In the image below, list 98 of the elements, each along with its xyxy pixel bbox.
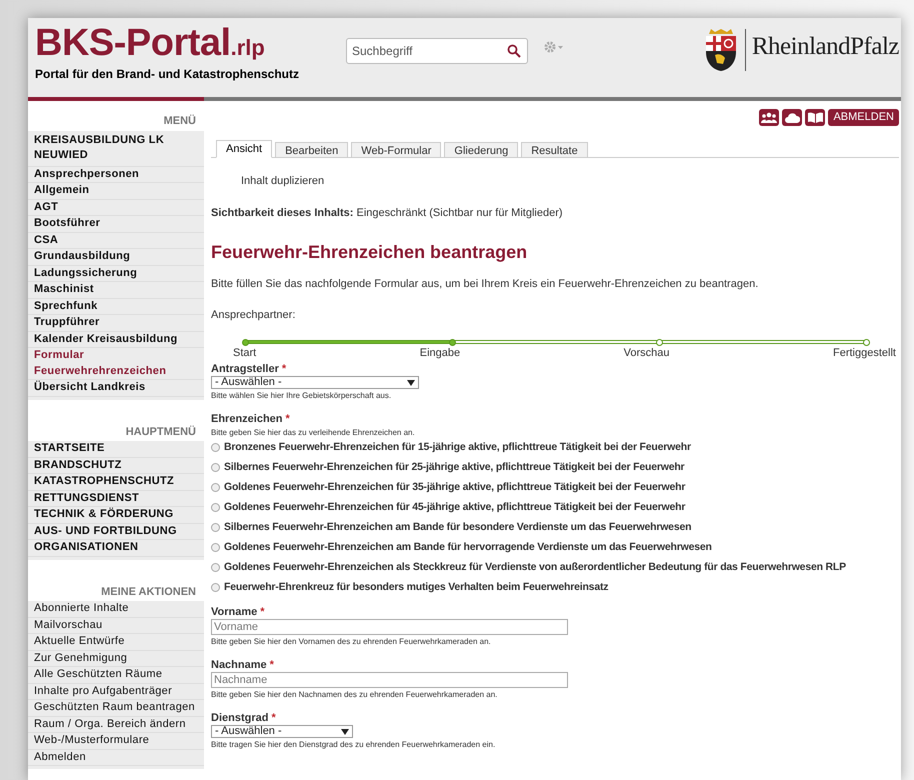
required-mark: * [270, 659, 274, 672]
radio-button[interactable] [211, 583, 220, 592]
field-label: Vorname [211, 606, 258, 619]
radio-option[interactable]: Goldenes Feuerwehr-Ehrenzeichen als Steckkreuz für Verdienste von außerordentlicher Bedeutung für das Feuerwehrwesen RLP [211, 561, 846, 574]
menu-item[interactable]: Web-/Musterformulare [28, 733, 204, 750]
menu-item[interactable]: Abonnierte Inhalte [28, 601, 204, 618]
step-label: Vorschau [624, 347, 670, 360]
radio-option[interactable]: Silbernes Feuerwehr-Ehrenzeichen am Bande für besondere Verdienste um das Feuerwehrwesen [211, 521, 846, 534]
menu-item[interactable]: Raum / Orga. Bereich ändern [28, 716, 204, 733]
input-field[interactable]: Nachname [211, 672, 568, 688]
dropdown[interactable]: - Auswählen - [211, 376, 419, 389]
menu-item[interactable]: Mailvorschau [28, 618, 204, 634]
menu-item[interactable]: Bootsführer [28, 216, 204, 232]
menu-item[interactable]: Übersicht Landkreis [28, 380, 204, 396]
contact-label: Ansprechpartner: [211, 308, 296, 322]
dropdown[interactable]: - Auswählen - [211, 725, 353, 738]
menu-item[interactable]: Ladungssicherung [28, 266, 204, 282]
menu-item[interactable]: Ansprechpersonen [28, 166, 204, 183]
radio-button[interactable] [211, 543, 220, 552]
tab[interactable]: Ansicht [216, 140, 272, 158]
portal-logo[interactable]: BKS-Portal.rlp [35, 24, 338, 62]
tab[interactable]: Web-Formular [351, 142, 442, 158]
required-mark: * [271, 712, 276, 725]
caret-icon [407, 380, 415, 386]
menu-item[interactable]: Formular Feuerwehrehrenzeichen [28, 348, 204, 380]
menu-item[interactable]: Allgemein [28, 183, 204, 200]
radio-option[interactable]: Silbernes Feuerwehr-Ehrenzeichen für 25-jährige aktive, pflichttreue Tätigkeit bei der Feuerwehr [211, 461, 846, 474]
menu-item[interactable]: Kalender Kreisausbildung [28, 332, 204, 348]
menu-item[interactable]: Aktuelle Entwürfe [28, 634, 204, 650]
field-label: Antragsteller [211, 363, 279, 376]
caret-icon [341, 728, 349, 734]
help-text: Bitte tragen Sie hier den Dienstgrad des zu ehrenden Feuerwehrkameraden ein. [211, 740, 496, 750]
help-text: Bitte wählen Sie hier Ihre Gebietskörperschaft aus. [211, 391, 392, 401]
menu-item[interactable]: STARTSEITE [28, 441, 204, 458]
page-title: Feuerwehr-Ehrenzeichen beantragen [211, 241, 528, 263]
tab[interactable]: Resultate [521, 142, 588, 158]
menu-item[interactable]: Alle Geschützten Räume [28, 667, 204, 684]
field-label: Ehrenzeichen [211, 413, 283, 426]
menu-heading: MENÜ [164, 114, 197, 129]
required-mark: * [260, 606, 265, 619]
duplicate-link[interactable]: Inhalt duplizieren [241, 173, 324, 190]
menu-item[interactable]: BRANDSCHUTZ [28, 458, 204, 474]
menu-item[interactable]: Inhalte pro Aufgabenträger [28, 684, 204, 700]
logout-button[interactable]: ABMELDEN [828, 109, 899, 126]
radio-option[interactable]: Goldenes Feuerwehr-Ehrenzeichen für 45-jährige aktive, pflichttreue Tätigkeit bei der Feuerwehr [211, 501, 846, 514]
menu-item[interactable]: AUS- UND FORTBILDUNG [28, 524, 204, 540]
radio-option[interactable]: Feuerwehr-Ehrenkreuz für besonders mutiges Verhalten beim Feuerwehreinsatz [211, 581, 846, 594]
book-icon [808, 112, 823, 123]
menu-item[interactable]: CSA [28, 232, 204, 249]
menu-item[interactable]: AGT [28, 200, 204, 216]
menu-heading: MEINE AKTIONEN [101, 584, 197, 600]
step-label: Start [233, 347, 256, 360]
search-field[interactable]: Suchbegriff [346, 38, 528, 64]
radio-button[interactable] [211, 463, 220, 472]
visibility-text: Sichtbarkeit dieses Inhalts: Eingeschränkt (Sichtbar nur für Mitglieder) [211, 206, 563, 220]
tab[interactable]: Gliederung [444, 142, 518, 158]
settings-icon[interactable] [544, 41, 564, 53]
people-icon [761, 112, 778, 123]
group-button[interactable] [759, 109, 780, 126]
intro-text: Bitte füllen Sie das nachfolgende Formular aus, um bei Ihrem Kreis ein Feuerwehr-Ehrenzeichen zu beantragen. [211, 277, 758, 292]
book-button[interactable] [805, 109, 826, 126]
radio-button[interactable] [211, 563, 220, 572]
state-logo: RheinlandPfalz [752, 32, 899, 62]
menu-item[interactable]: Sprechfunk [28, 298, 204, 315]
menu-item[interactable]: Geschützten Raum beantragen [28, 700, 204, 716]
menu-item[interactable]: RETTUNGSDIENST [28, 490, 204, 507]
field-label: Dienstgrad [211, 712, 268, 725]
radio-button[interactable] [211, 503, 220, 512]
help-text: Bitte geben Sie hier den Nachnamen des zu ehrenden Feuerwehrkameraden an. [211, 690, 498, 700]
field-label: Nachname [211, 659, 267, 672]
required-mark: * [282, 363, 286, 376]
menu-item[interactable]: ORGANISATIONEN [28, 540, 204, 556]
tab[interactable]: Bearbeiten [275, 142, 348, 158]
input-field[interactable]: Vorname [211, 619, 568, 635]
menu-heading: HAUPTMENÜ [126, 424, 197, 440]
radio-option[interactable]: Goldenes Feuerwehr-Ehrenzeichen am Bande für hervorragende Verdienste um das Feuerwehrwesen [211, 541, 846, 554]
radio-option[interactable]: Goldenes Feuerwehr-Ehrenzeichen für 35-jährige aktive, pflichttreue Tätigkeit bei der Feuerwehr [211, 481, 846, 494]
menu-item[interactable]: Zur Genehmigung [28, 650, 204, 667]
step-label: Fertiggestellt [832, 347, 896, 360]
cloud-icon [784, 112, 800, 122]
menu-item[interactable]: TECHNIK & FÖRDERUNG [28, 507, 204, 524]
step-label: Eingabe [420, 347, 460, 360]
menu-item[interactable]: Maschinist [28, 282, 204, 298]
menu-item[interactable]: KATASTROPHENSCHUTZ [28, 474, 204, 490]
menu-item[interactable]: Grundausbildung [28, 249, 204, 266]
required-mark: * [286, 413, 290, 426]
menu-item[interactable]: Truppführer [28, 315, 204, 332]
help-text: Bitte geben Sie hier das zu verleihende Ehrenzeichen an. [211, 428, 415, 438]
portal-subtitle: Portal für den Brand- und Katastrophenschutz [35, 66, 300, 83]
radio-button[interactable] [211, 483, 220, 492]
search-icon[interactable] [507, 44, 521, 58]
radio-option[interactable]: Bronzenes Feuerwehr-Ehrenzeichen für 15-jährige aktive, pflichttreue Tätigkeit bei der Feuerwehr [211, 441, 846, 454]
menu-item[interactable]: KREISAUSBILDUNG LK NEUWIED [28, 130, 204, 166]
menu-item[interactable]: Abmelden [28, 750, 204, 766]
radio-button[interactable] [211, 443, 220, 452]
radio-button[interactable] [211, 523, 220, 532]
help-text: Bitte geben Sie hier den Vornamen des zu ehrenden Feuerwehrkameraden an. [211, 637, 491, 647]
cloud-button[interactable] [782, 109, 802, 126]
